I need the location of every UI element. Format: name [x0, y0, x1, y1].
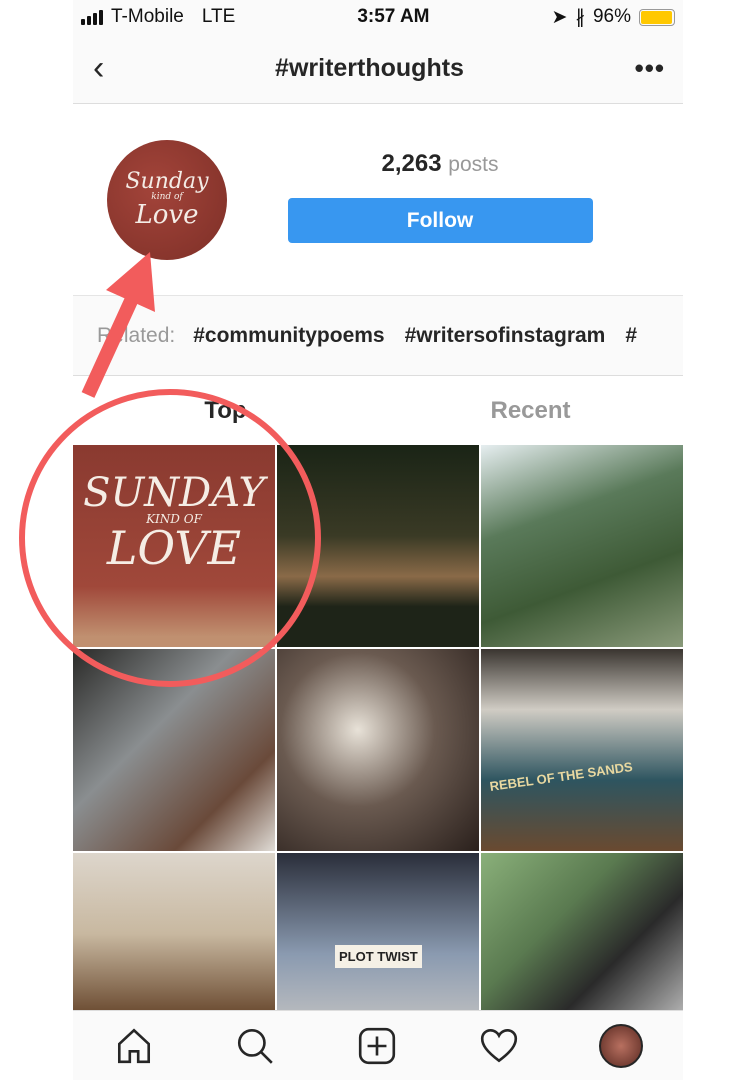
post-laptop-tea[interactable]	[73, 649, 275, 851]
battery-percent: 96%	[592, 6, 631, 27]
status-bar: T-Mobile LTE 3:57 AM ➤ ∦ 96%	[73, 0, 683, 34]
search-icon[interactable]	[234, 1025, 276, 1067]
tab-recent[interactable]: Recent	[378, 376, 683, 446]
network: LTE	[201, 6, 236, 27]
related-tag[interactable]: #communitypoems	[193, 324, 384, 348]
tab-top[interactable]: Top	[73, 376, 378, 446]
location-icon: ➤	[551, 6, 568, 28]
phone-screen: T-Mobile LTE 3:57 AM ➤ ∦ 96% ‹ #writerth…	[73, 0, 683, 1080]
posts-count: 2,263 posts	[381, 150, 499, 177]
more-horizontal-icon[interactable]: •••	[635, 53, 665, 84]
bluetooth-icon: ∦	[575, 6, 585, 28]
add-post-icon[interactable]	[356, 1025, 398, 1067]
related-tags: Related: #communitypoems #writersofinsta…	[73, 296, 683, 376]
post-sunday-mural[interactable]: SUNDAY KIND OF LOVE	[73, 445, 275, 647]
signal-icon	[81, 9, 103, 25]
carrier: T-Mobile	[111, 6, 184, 27]
hashtag-header: Sunday kind of Love 2,263 posts Follow	[73, 104, 683, 296]
nav-bar: ‹ #writerthoughts •••	[73, 34, 683, 104]
battery-icon	[639, 8, 675, 26]
bottom-nav	[73, 1010, 683, 1080]
chevron-left-icon[interactable]: ‹	[93, 49, 104, 88]
home-icon[interactable]	[113, 1025, 155, 1067]
follow-button[interactable]: Follow	[287, 198, 593, 243]
related-tag[interactable]: #writersofinstagram	[405, 324, 606, 348]
post-open-book[interactable]	[277, 649, 479, 851]
clock: 3:57 AM	[357, 6, 430, 27]
related-label: Related:	[97, 323, 176, 347]
post-palm-tree[interactable]	[481, 445, 683, 647]
heart-icon[interactable]	[478, 1025, 520, 1067]
post-girl-bench[interactable]	[277, 445, 479, 647]
hashtag-avatar[interactable]: Sunday kind of Love	[107, 139, 227, 260]
tabs: Top Recent	[73, 376, 683, 446]
related-tag[interactable]: #	[625, 324, 637, 348]
post-grid: SUNDAY KIND OF LOVE REBEL OF THE SANDS PLO…	[73, 445, 683, 1055]
profile-avatar[interactable]	[599, 1023, 644, 1068]
page-title: #writerthoughts	[275, 54, 464, 82]
post-rebel-sands[interactable]: REBEL OF THE SANDS	[481, 649, 683, 851]
